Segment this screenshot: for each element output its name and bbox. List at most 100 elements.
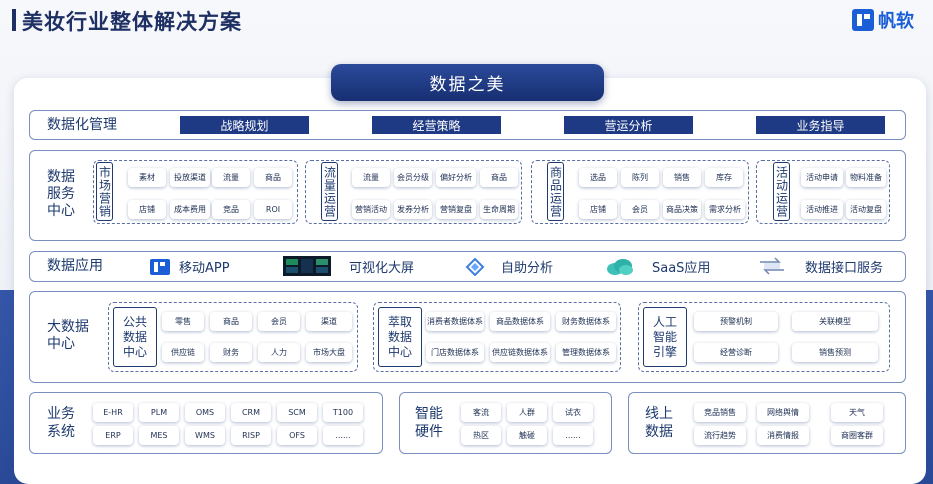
bigdata-group-label: 萃取数据中心 [378,307,422,367]
service-chip: 商品决策 [663,200,701,219]
bigdata-chip: 消费者数据体系 [426,312,484,331]
bigdata-group-label: 人工智能引擎 [643,307,687,367]
service-chip: 库存 [705,168,743,187]
service-chip: 流量 [352,168,390,187]
service-chip: 竞品 [212,200,250,219]
service-group-label: 流量运营 [321,162,338,221]
bigdata-chip: 关联模型 [792,312,878,331]
self-analysis-icon [465,257,485,276]
service-chip: 活动复盘 [846,200,886,219]
business-chip: WMS [185,426,225,445]
app-item-api: 数据接口服务 [757,256,883,276]
bigdata-chip: 人力 [258,343,300,362]
bigdata-chip: 供应链数据体系 [490,343,550,362]
main-title-banner: 数据之美 [331,64,604,101]
bigdata-chip: 预警机制 [694,312,778,331]
cloud-icon [607,258,633,275]
bigdata-chip: 财务数据体系 [556,312,616,331]
bigdata-chip: 会员 [258,312,300,331]
service-chip: 店铺 [128,200,166,219]
business-chip: ERP [93,426,133,445]
hardware-chip: 人群 [507,403,547,422]
service-chip: 投放渠道 [170,168,210,187]
management-item-operation: 经营策略 [372,116,501,134]
bigdata-chip: 渠道 [306,312,352,331]
service-chip: 店铺 [579,200,617,219]
business-systems-label: 业务系统 [47,406,75,440]
bigdata-chip: 销售预测 [792,343,878,362]
business-chip: OFS [277,426,317,445]
management-item-guidance: 业务指导 [756,116,885,134]
online-chip: 竞品销售 [694,403,746,422]
service-chip: 活动推进 [801,200,843,219]
watermark-text: CSDN @帆软商业智能技术 [664,458,835,474]
service-group-label: 活动运营 [773,162,790,221]
dashboard-screen-icon [283,256,331,276]
service-group-label: 商品运营 [547,162,564,221]
app-item-label: 自助分析 [501,261,554,276]
bigdata-chip: 经营诊断 [694,343,778,362]
bigdata-group-label: 公共数据中心 [113,307,157,367]
hardware-chip: ...... [553,426,593,445]
service-chip: 物料准备 [846,168,886,187]
service-chip: 商品 [480,168,518,187]
service-chip: ROI [254,200,292,219]
hardware-chip: 试衣 [553,403,593,422]
service-chip: 陈列 [621,168,659,187]
online-chip: 商圈客群 [831,426,883,445]
brand-logo: 帆软 [852,7,914,33]
business-chip: E-HR [93,403,133,422]
app-item-label: 移动APP [179,261,230,276]
logo-text: 帆软 [878,11,914,32]
business-chip: PLM [139,403,179,422]
service-chip: 需求分析 [705,200,745,219]
business-chip: MES [139,426,179,445]
service-chip: 商品 [254,168,292,187]
app-item-saas: SaaS应用 [606,257,710,276]
hardware-chip: 客流 [461,403,501,422]
page-title: 美妆行业整体解决方案 [22,10,242,34]
service-chip: 偏好分析 [436,168,476,187]
service-chip: 会员 [621,200,659,219]
online-chip: 消费情报 [757,426,809,445]
services-label: 数据服务中心 [47,169,75,219]
bigdata-chip: 商品 [210,312,252,331]
business-chip: SCM [277,403,317,422]
management-label: 数据化管理 [47,117,117,133]
apps-label: 数据应用 [47,258,103,274]
bigdata-chip: 市场大盘 [306,343,352,362]
service-group-label: 市场营销 [96,162,113,221]
management-item-strategy: 战略规划 [180,116,309,134]
hardware-chip: 热区 [461,426,501,445]
app-item-mobile: 移动APP [149,257,230,276]
business-chip: T100 [323,403,363,422]
business-chip: OMS [185,403,225,422]
service-chip: 营销活动 [352,200,390,219]
service-chip: 发券分析 [394,200,432,219]
online-chip: 网络舆情 [757,403,809,422]
bigdata-chip: 门店数据体系 [426,343,484,362]
api-icon [760,257,784,275]
business-chip: ...... [323,426,363,445]
service-chip: 选品 [579,168,617,187]
hardware-chip: 触碰 [507,426,547,445]
mobile-app-icon [150,258,170,275]
app-item-label: SaaS应用 [652,261,711,276]
business-chip: RISP [231,426,271,445]
service-chip: 流量 [212,168,250,187]
smart-hardware-label: 智能硬件 [415,406,443,440]
service-chip: 生命周期 [480,200,518,219]
service-chip: 营销复盘 [436,200,476,219]
online-chip: 流行趋势 [694,426,746,445]
app-item-self-analysis: 自助分析 [465,257,553,276]
bigdata-chip: 供应链 [162,343,204,362]
business-chip: CRM [231,403,271,422]
online-chip: 天气 [831,403,883,422]
service-chip: 活动申请 [801,168,843,187]
bigdata-chip: 管理数据体系 [556,343,616,362]
online-data-label: 线上数据 [645,406,673,440]
app-item-label: 数据接口服务 [805,260,884,276]
fanruan-logo-icon [852,9,874,31]
service-chip: 会员分级 [394,168,432,187]
service-chip: 素材 [128,168,166,187]
